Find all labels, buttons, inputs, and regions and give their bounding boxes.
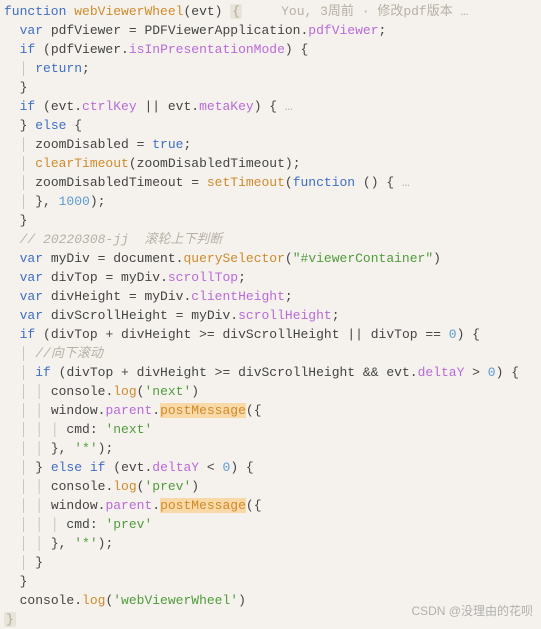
num: 0 [488,365,496,380]
id-divScrollHeight: divScrollHeight [51,308,168,323]
prop: cmd [66,517,89,532]
fn-setTimeout: setTimeout [207,175,285,190]
prop-isInPresentationMode: isInPresentationMode [129,42,285,57]
id: evt [386,365,409,380]
id: zoomDisabledTimeout [137,156,285,171]
id: divTop [51,327,98,342]
id: myDiv [144,289,183,304]
prop-pdfViewer: pdfViewer [308,23,378,38]
fn-querySelector: querySelector [183,251,284,266]
kw-if: if [20,99,36,114]
str-next-v: 'next' [105,422,152,437]
id: console [51,479,106,494]
kw-function: function [4,4,66,19]
prop-ctrlKey: ctrlKey [82,99,137,114]
id-console: console [51,384,106,399]
comment-down: //向下滚动 [35,346,103,361]
prop: deltaY [152,460,199,475]
kw-else: else [51,460,82,475]
fold-brace-close: } [4,612,16,627]
str-prev: 'prev' [144,479,191,494]
fn-postMessage: postMessage [160,498,246,513]
id-app: PDFViewerApplication [144,23,300,38]
kw-true: true [152,137,183,152]
fold-brace: { [230,4,242,19]
fn-log: log [113,384,136,399]
id: divHeight [121,327,191,342]
fn: log [113,479,136,494]
num-1000: 1000 [59,194,90,209]
id: evt [168,99,191,114]
str-prev-v: 'prev' [105,517,152,532]
str: '*' [74,536,97,551]
id: divHeight [137,365,207,380]
param-evt: evt [191,4,214,19]
id: window [51,498,98,513]
id-pdfViewer: pdfViewer [51,23,121,38]
str-wvw: 'webViewerWheel' [113,593,238,608]
num: 0 [223,460,231,475]
id: myDiv [191,308,230,323]
prop-scrollTop: scrollTop [168,270,238,285]
kw-if: if [90,460,106,475]
prop-parent: parent [105,403,152,418]
id-document: document [113,251,175,266]
kw-var: var [20,289,43,304]
kw-var: var [20,270,43,285]
prop-metaKey: metaKey [199,99,254,114]
comment-scroll: // 20220308-jj 滚轮上下判断 [20,232,223,247]
id: divScrollHeight [238,365,355,380]
prop-clientHeight: clientHeight [191,289,285,304]
id: divScrollHeight [222,327,339,342]
fn-clearTimeout: clearTimeout [35,156,129,171]
id-divTop: divTop [51,270,98,285]
fn-postMessage: postMessage [160,403,246,418]
id-divHeight: divHeight [51,289,121,304]
kw-var: var [20,251,43,266]
prop: parent [105,498,152,513]
id: divTop [371,327,418,342]
blame-annotation: You, 3周前 · 修改pdf版本 … [281,4,468,19]
id-myDiv: myDiv [51,251,90,266]
code-block: function webViewerWheel(evt) { You, 3周前 … [0,0,541,629]
prop-deltaY: deltaY [418,365,465,380]
kw-var: var [20,308,43,323]
id: evt [51,99,74,114]
id: divTop [66,365,113,380]
id-window: window [51,403,98,418]
fn: log [82,593,105,608]
kw-function: function [293,175,355,190]
str-next: 'next' [144,384,191,399]
id: myDiv [121,270,160,285]
kw-if: if [35,365,51,380]
num-0: 0 [449,327,457,342]
kw-return: return [35,61,82,76]
kw-if: if [20,327,36,342]
id: console [20,593,75,608]
id: evt [121,460,144,475]
id-zdt: zoomDisabledTimeout [35,175,183,190]
kw-else: else [35,118,66,133]
str-selector: "#viewerContainer" [293,251,433,266]
id-zoomDisabled: zoomDisabled [35,137,129,152]
prop-scrollHeight: scrollHeight [238,308,332,323]
str-star: '*' [74,441,97,456]
id: pdfViewer [51,42,121,57]
fn-name: webViewerWheel [74,4,183,19]
kw-if: if [20,42,36,57]
prop-cmd: cmd [66,422,89,437]
kw-var: var [20,23,43,38]
